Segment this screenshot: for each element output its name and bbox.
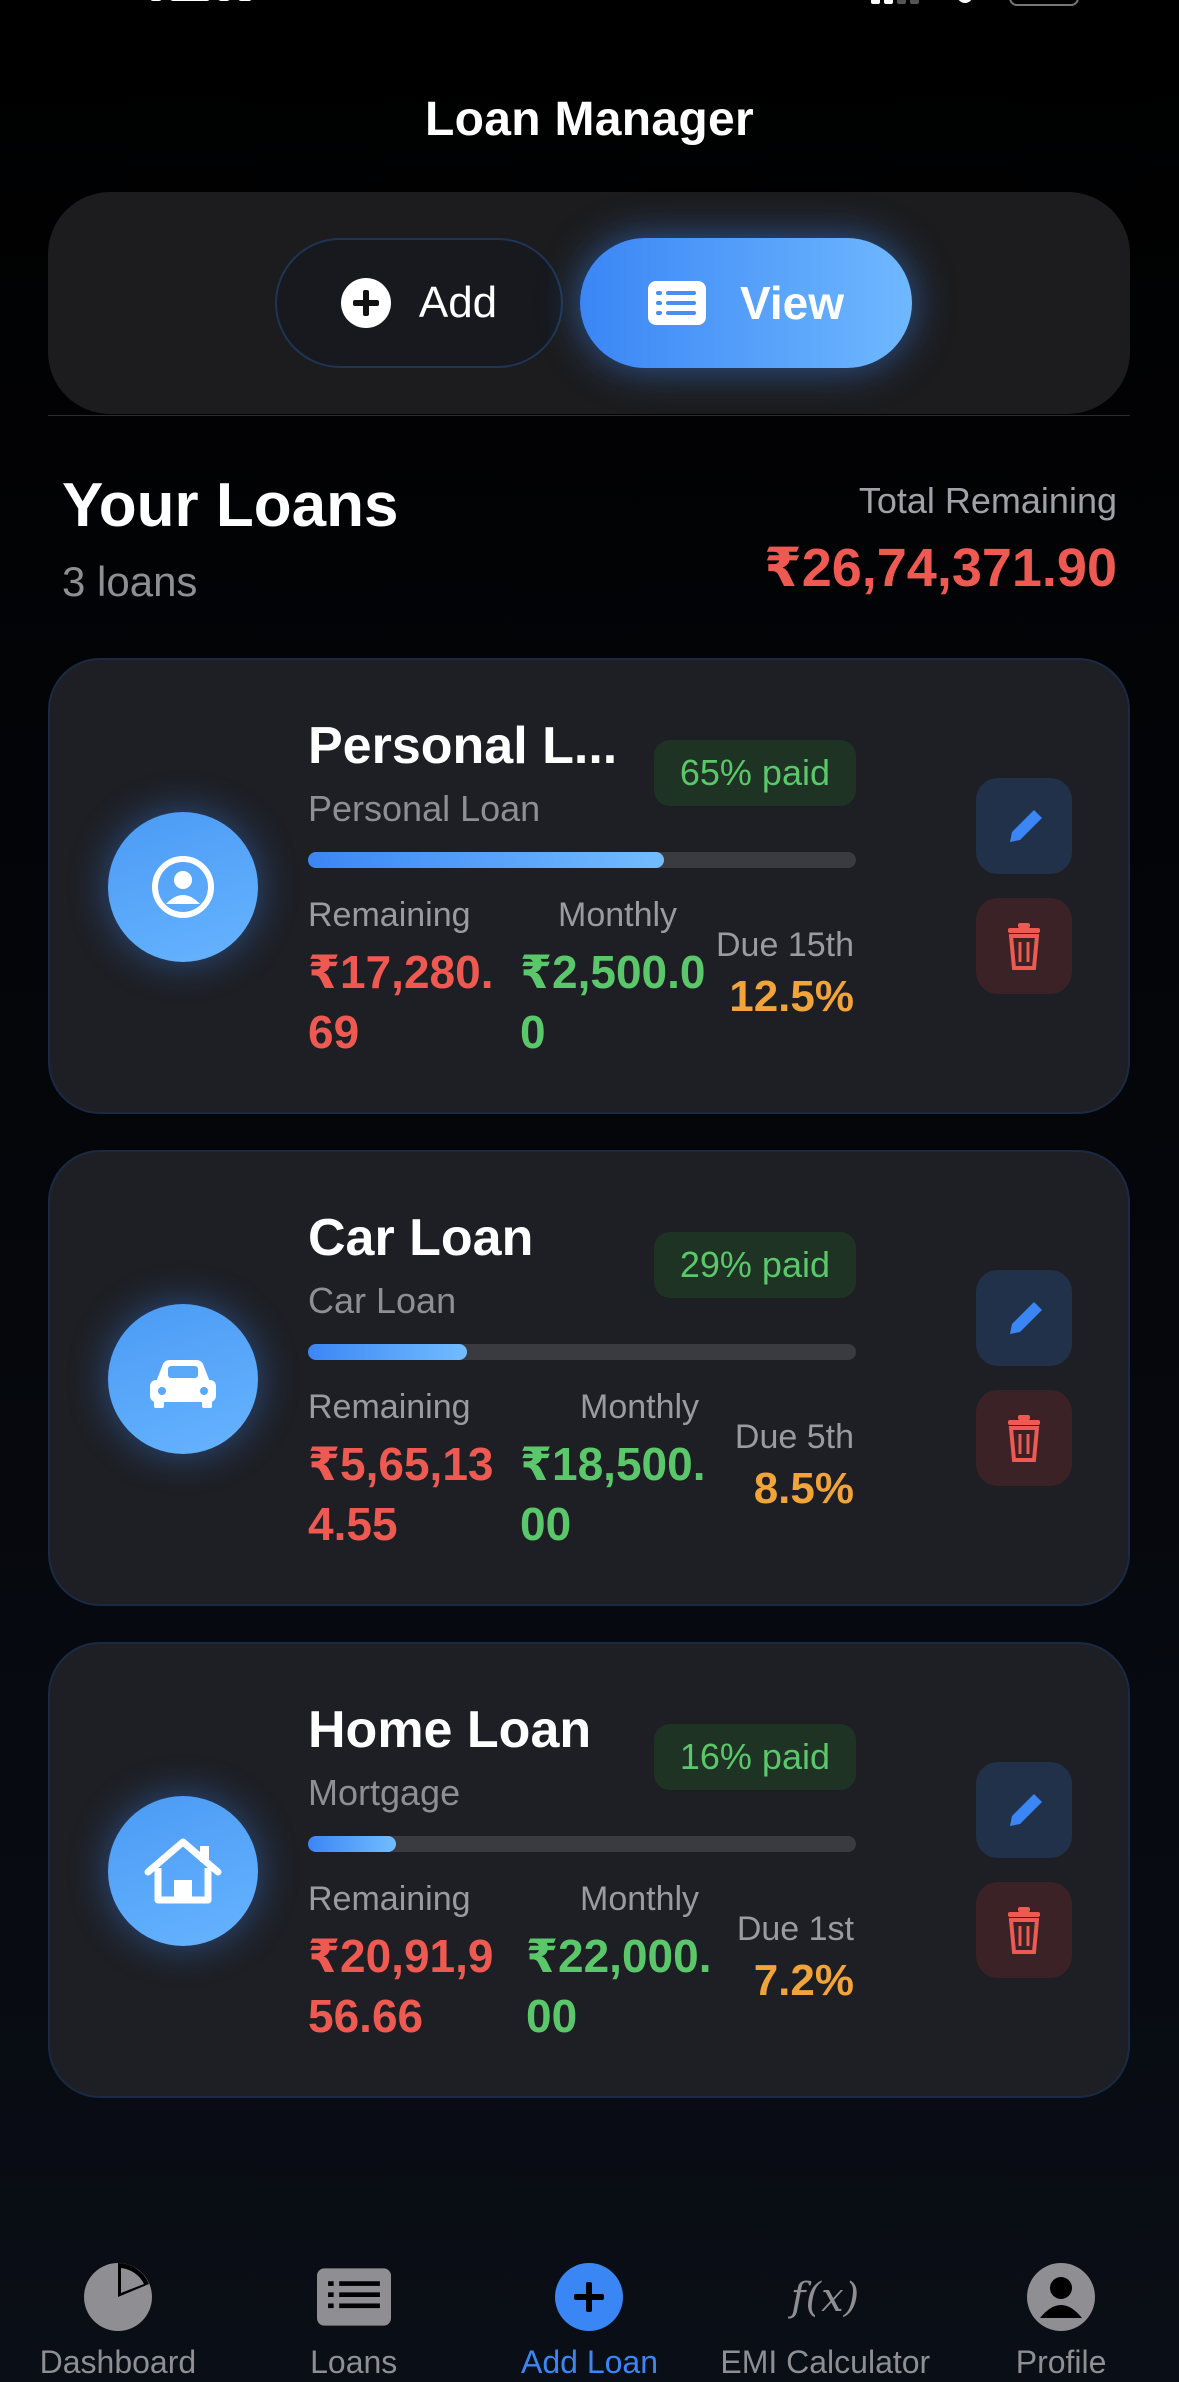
progress-track — [308, 852, 856, 868]
list-icon — [316, 2268, 391, 2326]
interest-rate: 12.5% — [729, 972, 854, 1021]
tab-dashboard[interactable]: Dashboard — [0, 2200, 236, 2382]
tab-loans[interactable]: Loans — [236, 2200, 472, 2382]
progress-track — [308, 1836, 856, 1852]
due-date: Due 15th — [716, 926, 854, 964]
edit-button[interactable] — [976, 778, 1072, 874]
trash-icon — [1008, 1415, 1040, 1462]
pencil-icon — [1010, 1302, 1042, 1334]
progress-fill — [308, 852, 665, 868]
total-remaining-label: Total Remaining — [858, 480, 1117, 521]
plus-circle-icon — [555, 2263, 624, 2331]
remaining-value: ₹5,65,134.55 — [308, 1438, 494, 1550]
pencil-icon — [1010, 810, 1042, 842]
tab-add-loan[interactable]: Add Loan — [472, 2200, 708, 2382]
person-icon — [1027, 2263, 1096, 2331]
loan-type: Mortgage — [308, 1772, 461, 1813]
remaining-label: Remaining — [308, 1388, 471, 1426]
loan-name: Home Loan — [308, 1701, 592, 1759]
loan-icon-badge — [108, 1304, 258, 1454]
monthly-value: ₹18,500.00 — [520, 1438, 706, 1550]
loan-type: Car Loan — [308, 1280, 457, 1321]
person-circle-icon — [152, 856, 214, 918]
tab-emi-calculator[interactable]: ƒ(x) EMI Calculator — [707, 2200, 943, 2382]
interest-rate: 7.2% — [753, 1956, 854, 2005]
loan-card[interactable]: Home Loan Mortgage 16% paid Remaining ₹2… — [48, 1642, 1130, 2098]
page-title: Your Loans — [62, 471, 399, 540]
view-segment-label: View — [740, 277, 844, 329]
loan-manager-screen: Loan Manager Add View Your Loans 3 loans… — [0, 0, 1179, 2382]
loan-type: Personal Loan — [308, 788, 541, 829]
monthly-value: ₹22,000.00 — [526, 1930, 712, 2042]
delete-button[interactable] — [976, 898, 1072, 994]
plus-circle-icon — [340, 278, 391, 328]
car-icon — [150, 1360, 216, 1408]
tab-label: EMI Calculator — [720, 2344, 931, 2380]
status-indicators — [871, 0, 1079, 6]
delete-button[interactable] — [976, 1882, 1072, 1978]
due-date: Due 5th — [734, 1418, 854, 1456]
remaining-value: ₹20,91,956.66 — [308, 1930, 494, 2042]
remaining-label: Remaining — [308, 1880, 471, 1918]
tab-label: Dashboard — [39, 2344, 197, 2380]
remaining-label: Remaining — [308, 896, 471, 934]
pencil-icon — [1010, 1794, 1042, 1826]
paid-badge: 16% paid — [653, 1724, 856, 1790]
svg-text:ƒ(x): ƒ(x) — [788, 2275, 859, 2321]
progress-fill — [308, 1836, 396, 1852]
progress-fill — [308, 1344, 467, 1360]
nav-title: Loan Manager — [425, 93, 754, 146]
trash-icon — [1008, 923, 1040, 970]
list-document-icon — [648, 281, 706, 325]
monthly-label: Monthly — [558, 896, 678, 934]
interest-rate: 8.5% — [753, 1464, 854, 1513]
status-time — [150, 0, 290, 6]
loan-name: Personal L... — [308, 717, 618, 775]
tab-label: Add Loan — [520, 2344, 658, 2380]
monthly-value: ₹2,500.00 — [520, 946, 706, 1058]
due-date: Due 1st — [736, 1910, 854, 1948]
pie-chart-icon — [83, 2263, 152, 2331]
signal-icon — [871, 0, 921, 4]
loan-count: 3 loans — [62, 558, 198, 605]
function-icon: ƒ(x) — [788, 2275, 859, 2321]
battery-icon — [1009, 0, 1079, 6]
wifi-icon — [957, 0, 973, 3]
loan-icon-badge — [108, 1796, 258, 1946]
divider — [48, 415, 1130, 416]
progress-track — [308, 1344, 856, 1360]
loan-card[interactable]: Personal L... Personal Loan 65% paid Rem… — [48, 658, 1130, 1114]
monthly-label: Monthly — [580, 1880, 700, 1918]
edit-button[interactable] — [976, 1270, 1072, 1366]
paid-badge: 65% paid — [653, 740, 856, 806]
tab-label: Profile — [1015, 2344, 1107, 2380]
add-segment-label: Add — [418, 278, 498, 327]
tab-bar: Dashboard Loans Add Loan ƒ(x) EMI Calcul… — [0, 2200, 1179, 2382]
tab-label: Loans — [310, 2344, 398, 2380]
loan-name: Car Loan — [308, 1209, 534, 1267]
view-segment-button[interactable]: View — [580, 238, 912, 368]
tab-profile[interactable]: Profile — [943, 2200, 1179, 2382]
house-icon — [144, 1838, 222, 1904]
total-remaining-value: ₹26,74,371.90 — [764, 538, 1117, 598]
paid-badge: 29% paid — [653, 1232, 856, 1298]
delete-button[interactable] — [976, 1390, 1072, 1486]
add-segment-button[interactable]: Add — [275, 238, 563, 368]
loan-card[interactable]: Car Loan Car Loan 29% paid Remaining ₹5,… — [48, 1150, 1130, 1606]
remaining-value: ₹17,280.69 — [308, 946, 494, 1058]
loan-icon-badge — [108, 812, 258, 962]
edit-button[interactable] — [976, 1762, 1072, 1858]
trash-icon — [1008, 1907, 1040, 1954]
monthly-label: Monthly — [580, 1388, 700, 1426]
status-bar — [0, 0, 1179, 20]
